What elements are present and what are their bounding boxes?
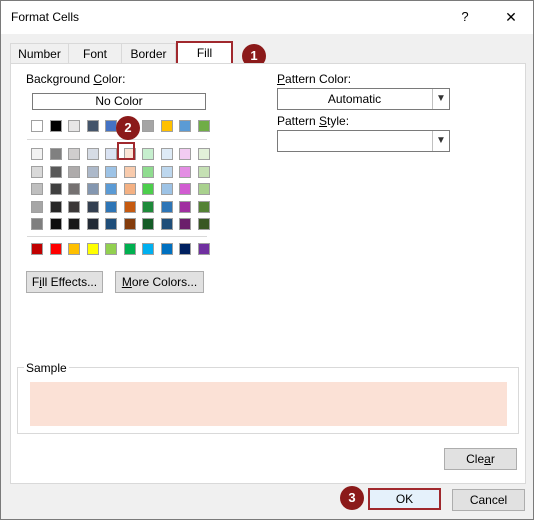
title-bar: Format Cells ? ✕	[1, 1, 533, 34]
color-swatch[interactable]	[86, 165, 99, 178]
color-swatch[interactable]	[105, 148, 117, 160]
color-swatch[interactable]	[68, 165, 80, 178]
color-swatch[interactable]	[49, 183, 62, 195]
color-swatch[interactable]	[179, 165, 191, 178]
dialog-title: Format Cells	[11, 10, 80, 24]
color-swatch[interactable]	[160, 200, 173, 213]
palette-divider	[27, 236, 207, 237]
color-swatch[interactable]	[31, 218, 43, 230]
color-swatch[interactable]	[86, 200, 99, 213]
clear-button[interactable]: Clear	[444, 448, 517, 470]
color-swatch[interactable]	[179, 243, 191, 255]
color-swatch[interactable]	[123, 200, 136, 213]
color-swatch[interactable]	[123, 218, 136, 230]
color-swatch[interactable]	[31, 200, 43, 213]
color-swatch[interactable]	[179, 200, 191, 213]
close-icon[interactable]: ✕	[498, 4, 524, 30]
selected-swatch-highlight	[117, 142, 135, 160]
tab-font[interactable]: Font	[68, 43, 122, 64]
color-swatch[interactable]	[68, 183, 80, 195]
color-swatch[interactable]	[68, 200, 80, 213]
color-swatch[interactable]	[31, 148, 43, 160]
fill-panel: Background Color: No Color 2 Fill Effect…	[10, 63, 526, 484]
color-swatch[interactable]	[142, 243, 154, 255]
tab-number[interactable]: Number	[10, 43, 69, 64]
color-swatch[interactable]	[68, 218, 80, 230]
step-badge-3: 3	[340, 486, 364, 510]
color-swatch[interactable]	[142, 183, 154, 195]
color-swatch[interactable]	[31, 165, 43, 178]
color-swatch[interactable]	[86, 183, 99, 195]
color-swatch[interactable]	[197, 120, 210, 132]
pattern-style-label: Pattern Style:	[277, 114, 350, 128]
color-swatch[interactable]	[160, 218, 173, 230]
color-swatch[interactable]	[86, 148, 99, 160]
color-swatch[interactable]	[160, 148, 173, 160]
color-swatch[interactable]	[49, 120, 62, 132]
pattern-color-dropdown[interactable]: Automatic ▼	[277, 88, 450, 110]
pattern-color-label: Pattern Color:	[277, 72, 352, 86]
color-swatch[interactable]	[105, 218, 117, 230]
color-swatch[interactable]	[49, 165, 62, 178]
more-colors-button[interactable]: More Colors...	[115, 271, 204, 293]
color-swatch[interactable]	[86, 120, 99, 132]
color-swatch[interactable]	[179, 218, 191, 230]
chevron-down-icon[interactable]: ▼	[432, 89, 449, 109]
color-swatch[interactable]	[160, 183, 173, 195]
color-swatch[interactable]	[31, 183, 43, 195]
color-swatch[interactable]	[197, 183, 210, 195]
ok-button[interactable]: OK	[368, 488, 441, 510]
color-swatch[interactable]	[123, 165, 136, 178]
color-swatch[interactable]	[105, 183, 117, 195]
color-swatch[interactable]	[49, 243, 62, 255]
color-swatch[interactable]	[160, 120, 173, 132]
color-swatch[interactable]	[105, 200, 117, 213]
color-swatch[interactable]	[197, 218, 210, 230]
color-swatch[interactable]	[142, 165, 154, 178]
color-swatch[interactable]	[142, 200, 154, 213]
step-badge-2: 2	[116, 116, 140, 140]
tab-border[interactable]: Border	[121, 43, 176, 64]
color-swatch[interactable]	[179, 148, 191, 160]
color-swatch[interactable]	[105, 165, 117, 178]
color-swatch[interactable]	[197, 243, 210, 255]
no-color-button[interactable]: No Color	[32, 93, 206, 110]
format-cells-dialog: Format Cells ? ✕ Number Font Border Fill…	[0, 0, 534, 520]
pattern-color-value: Automatic	[327, 92, 382, 106]
color-swatch[interactable]	[160, 243, 173, 255]
tab-fill[interactable]: Fill	[176, 41, 233, 65]
sample-preview	[30, 382, 507, 426]
chevron-down-icon[interactable]: ▼	[432, 131, 449, 151]
color-swatch[interactable]	[123, 243, 136, 255]
color-swatch[interactable]	[49, 148, 62, 160]
color-swatch[interactable]	[68, 120, 80, 132]
color-swatch[interactable]	[68, 243, 80, 255]
color-swatch[interactable]	[142, 148, 154, 160]
color-swatch[interactable]	[105, 243, 117, 255]
color-swatch[interactable]	[31, 120, 43, 132]
pattern-style-dropdown[interactable]: ▼	[277, 130, 450, 152]
color-swatch[interactable]	[86, 218, 99, 230]
color-swatch[interactable]	[179, 120, 191, 132]
color-swatch[interactable]	[68, 148, 80, 160]
color-swatch[interactable]	[197, 148, 210, 160]
color-swatch[interactable]	[49, 218, 62, 230]
fill-effects-button[interactable]: Fill Effects...	[26, 271, 103, 293]
color-swatch[interactable]	[142, 120, 154, 132]
color-swatch[interactable]	[123, 183, 136, 195]
color-swatch[interactable]	[49, 200, 62, 213]
background-color-label: Background Color:	[26, 72, 126, 86]
color-swatch[interactable]	[160, 165, 173, 178]
color-swatch[interactable]	[197, 165, 210, 178]
color-swatch[interactable]	[86, 243, 99, 255]
color-swatch[interactable]	[31, 243, 43, 255]
sample-label: Sample	[24, 361, 69, 375]
help-icon[interactable]: ?	[453, 4, 477, 30]
color-swatch[interactable]	[142, 218, 154, 230]
color-swatch[interactable]	[179, 183, 191, 195]
cancel-button[interactable]: Cancel	[452, 489, 525, 511]
color-swatch[interactable]	[197, 200, 210, 213]
palette-divider	[27, 139, 207, 140]
